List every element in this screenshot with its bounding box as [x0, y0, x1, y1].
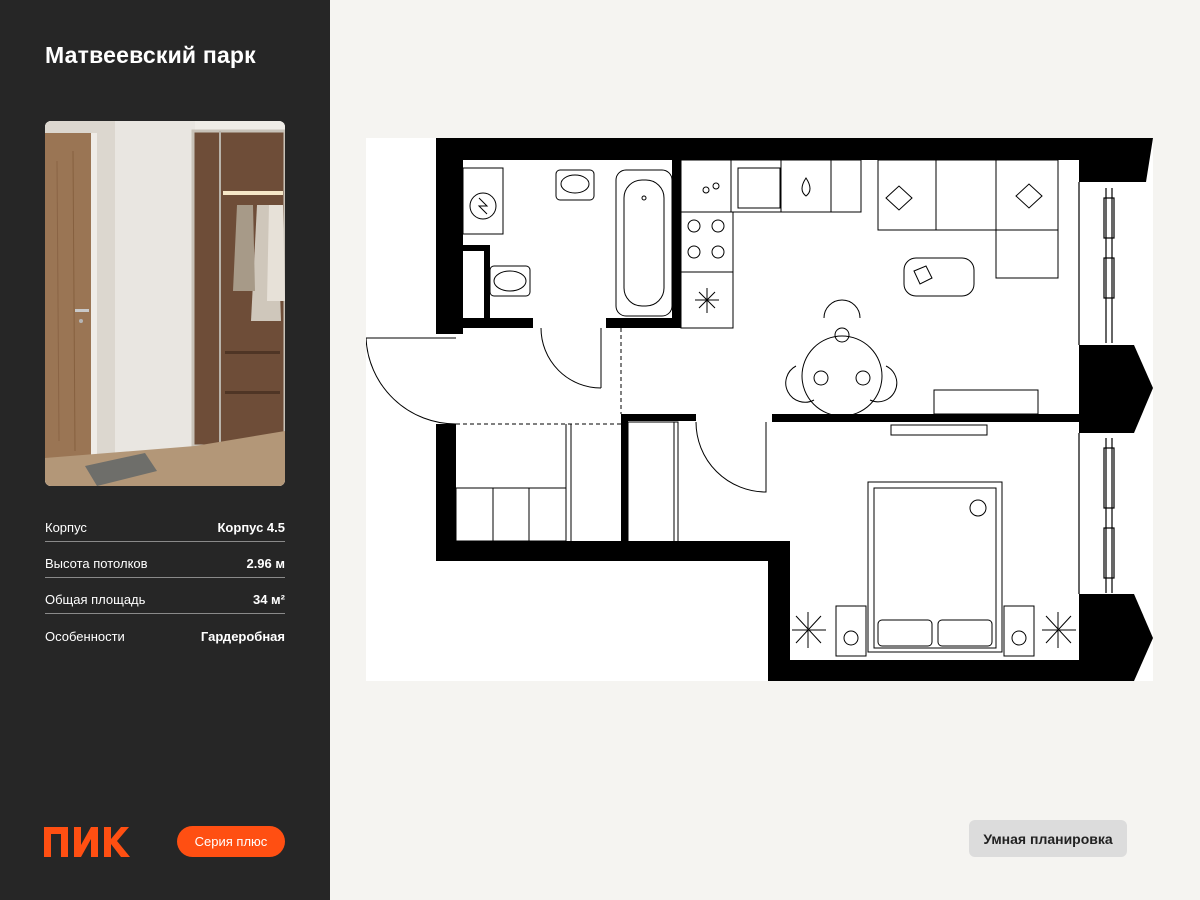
specs-list: Корпус Корпус 4.5 Высота потолков 2.96 м…	[45, 520, 285, 650]
spec-value: Гардеробная	[200, 629, 285, 644]
spec-row: Особенности Гардеробная	[45, 614, 285, 650]
smart-layout-badge: Умная планировка	[969, 820, 1127, 857]
series-badge: Серия плюс	[177, 826, 285, 857]
spec-label: Общая площадь	[45, 592, 146, 607]
floor-plan	[365, 138, 1153, 681]
spec-row: Высота потолков 2.96 м	[45, 542, 285, 578]
spec-value: 34 м²	[252, 592, 285, 607]
pik-logo	[44, 827, 130, 862]
spec-label: Корпус	[45, 520, 87, 535]
spec-label: Высота потолков	[45, 556, 148, 571]
spec-value: 2.96 м	[246, 556, 285, 571]
spec-label: Особенности	[45, 629, 125, 644]
spec-value: Корпус 4.5	[217, 520, 286, 535]
sidebar: Матвеевский парк Корпус Корпус 4.5 Высот…	[0, 0, 330, 900]
project-title: Матвеевский парк	[45, 42, 256, 68]
spec-row: Корпус Корпус 4.5	[45, 520, 285, 542]
spec-row: Общая площадь 34 м²	[45, 578, 285, 614]
interior-photo	[45, 121, 285, 486]
